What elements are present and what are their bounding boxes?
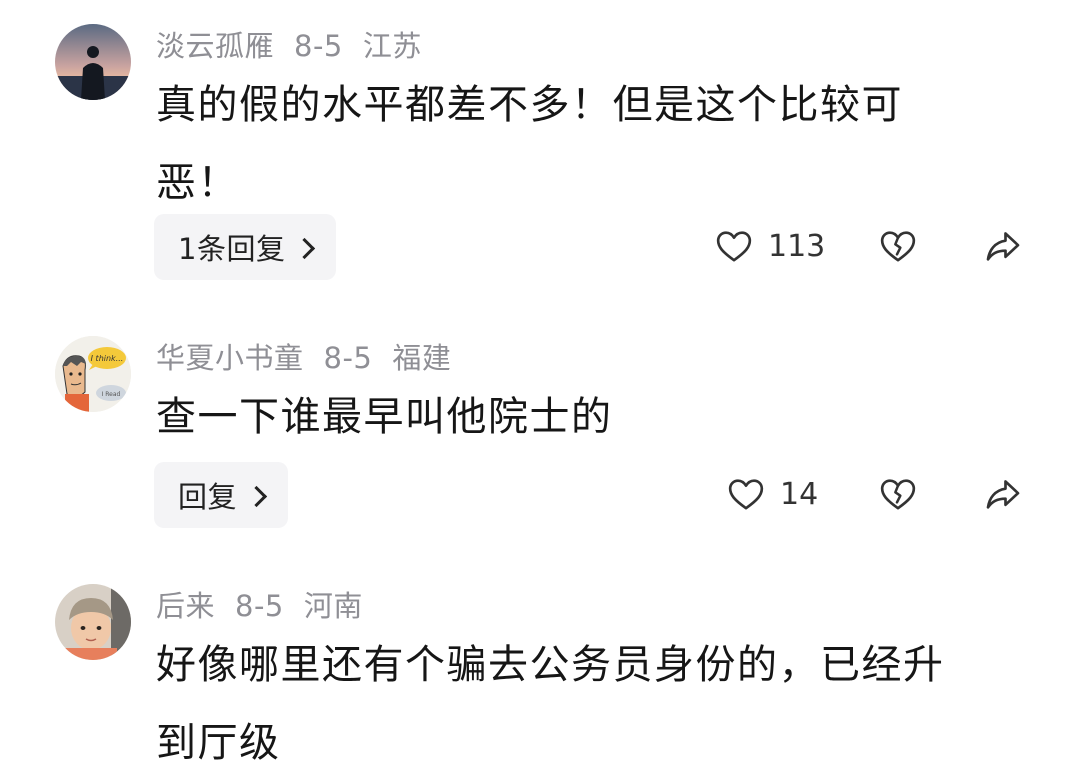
share-button[interactable] (982, 474, 1024, 514)
comment-text-line: 恶！ (156, 160, 239, 206)
comment-meta: 淡云孤雁 8-5 江苏 (156, 26, 442, 66)
user-avatar[interactable] (55, 24, 131, 100)
comment-text-line: 真的假的水平都差不多！但是这个比较可 (156, 82, 903, 128)
reply-label: 1条回复 (178, 232, 286, 266)
heart-icon (716, 231, 752, 262)
comment-location: 江苏 (362, 29, 422, 63)
comment-date: 8-5 (294, 29, 343, 63)
view-replies-button[interactable]: 1条回复 (154, 214, 337, 280)
reply-label: 回复 (178, 480, 238, 514)
reply-button[interactable]: 回复 (154, 462, 289, 528)
broken-heart-icon (880, 479, 916, 510)
comment-text: 好像哪里还有个骗去公务员身份的，已经升 到厅级 (156, 626, 1016, 768)
comment-text-line: 查一下谁最早叫他院士的 (156, 394, 613, 440)
like-count: 113 (768, 228, 826, 264)
like-button[interactable]: 113 (714, 226, 825, 266)
user-avatar[interactable] (55, 584, 131, 660)
broken-heart-icon (880, 231, 916, 262)
share-button[interactable] (982, 226, 1024, 266)
comment-date: 8-5 (323, 341, 373, 375)
comment-meta: 华夏小书童 8-5 福建 (156, 338, 471, 378)
heart-icon (728, 479, 764, 510)
comment-meta: 后来 8-5 河南 (156, 586, 383, 626)
share-arrow-icon (986, 232, 1020, 261)
silhouette-sunset-avatar (55, 24, 131, 100)
like-count: 14 (780, 476, 819, 512)
comment-text-line: 好像哪里还有个骗去公务员身份的，已经升 (156, 642, 945, 688)
comment-list: 淡云孤雁 8-5 江苏 真的假的水平都差不多！但是这个比较可 恶！ 1条回复 113 (0, 0, 1080, 768)
bubble-small-text: I Read (102, 391, 121, 398)
like-button[interactable]: 14 (726, 474, 818, 514)
chevron-right-icon (294, 237, 316, 259)
comment-text: 真的假的水平都差不多！但是这个比较可 恶！ (156, 66, 1016, 222)
bubble-text: I think... (91, 354, 124, 363)
comment-text: 查一下谁最早叫他院士的 (156, 378, 1016, 456)
chevron-right-icon (245, 485, 268, 507)
dislike-button[interactable] (878, 474, 918, 514)
share-arrow-icon (986, 480, 1020, 509)
comment-location: 河南 (303, 589, 363, 623)
comment-text-line: 到厅级 (156, 720, 281, 766)
username[interactable]: 后来 (156, 589, 215, 623)
user-avatar[interactable]: I think... I Read (55, 336, 131, 412)
child-photo-avatar (55, 584, 131, 660)
cartoon-thinking-avatar: I think... I Read (55, 336, 131, 412)
comment-location: 福建 (392, 341, 452, 375)
comment-date: 8-5 (235, 589, 284, 623)
username[interactable]: 淡云孤雁 (156, 29, 274, 63)
dislike-button[interactable] (878, 226, 918, 266)
username[interactable]: 华夏小书童 (156, 341, 304, 375)
